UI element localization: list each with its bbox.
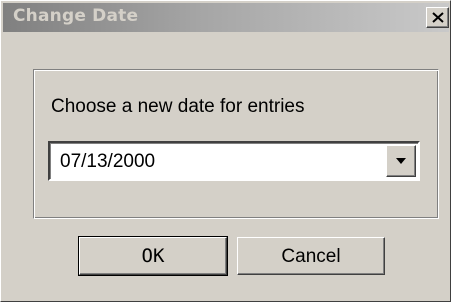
close-icon [432, 12, 444, 23]
chevron-down-icon [396, 158, 406, 164]
close-button[interactable] [426, 7, 449, 28]
window-title: Change Date [13, 6, 139, 26]
title-bar[interactable]: Change Date [3, 3, 449, 32]
date-prompt-label: Choose a new date for entries [51, 96, 305, 117]
date-combobox[interactable]: 07/13/2000 [48, 141, 420, 181]
change-date-dialog: Change Date Choose a new date for entrie… [0, 0, 451, 302]
date-combobox-value: 07/13/2000 [60, 151, 156, 172]
date-dropdown-button[interactable] [386, 145, 416, 177]
ok-button[interactable]: OK [78, 236, 228, 276]
cancel-button[interactable]: Cancel [237, 237, 385, 275]
